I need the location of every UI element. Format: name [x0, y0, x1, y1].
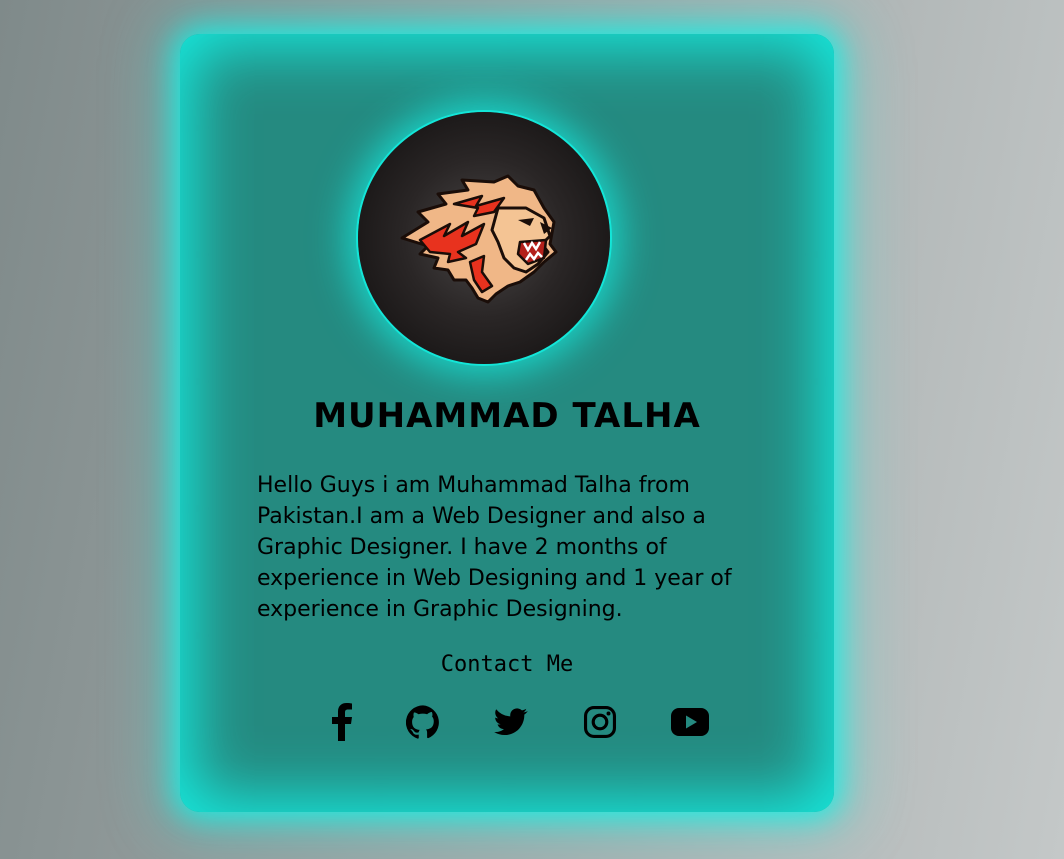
twitter-link[interactable]: [492, 702, 530, 742]
youtube-icon: [671, 708, 709, 736]
profile-card: MUHAMMAD TALHA Hello Guys i am Muhammad …: [180, 34, 834, 812]
profile-bio: Hello Guys i am Muhammad Talha from Paki…: [257, 473, 732, 622]
contact-heading: Contact Me: [440, 652, 574, 677]
youtube-link[interactable]: [668, 702, 712, 742]
lion-logo-icon: [400, 174, 558, 304]
avatar: [358, 112, 610, 364]
facebook-link[interactable]: [326, 702, 358, 742]
instagram-link[interactable]: [581, 702, 619, 742]
github-icon: [406, 705, 439, 739]
profile-name: MUHAMMAD TALHA: [313, 396, 701, 436]
facebook-icon: [332, 703, 352, 741]
github-link[interactable]: [405, 702, 441, 742]
twitter-icon: [494, 708, 528, 736]
instagram-icon: [583, 705, 617, 739]
